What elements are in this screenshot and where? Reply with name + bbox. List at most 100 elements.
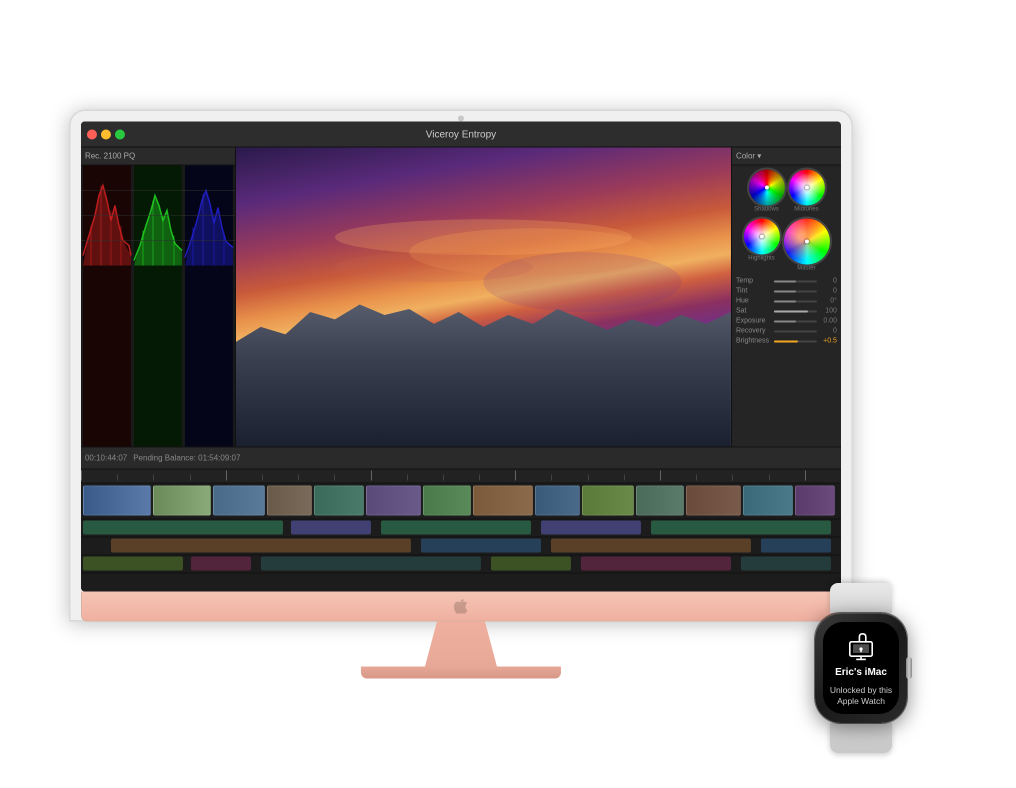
timeline-tracks [81, 484, 841, 592]
audio-clip[interactable] [491, 557, 571, 571]
audio-clip[interactable] [581, 557, 731, 571]
temperature-label: Temp [736, 278, 772, 285]
tint-track[interactable] [774, 290, 817, 292]
audio-clip-row-3 [81, 556, 841, 573]
watch-message-line1: Unlocked by this [830, 685, 892, 695]
ruler-mark [515, 471, 551, 481]
timeline-toolbar: 00:10:44:07 Pending Balance: 01:54:09:07 [81, 448, 841, 470]
ruler-mark [696, 475, 732, 481]
watch-message-line2: Apple Watch [837, 696, 885, 706]
colorwheel-bottom-row: Highlights Master [736, 219, 837, 272]
video-clip[interactable] [535, 486, 580, 516]
video-clip[interactable] [582, 486, 634, 516]
video-clip[interactable] [795, 486, 835, 516]
ruler-mark [117, 475, 153, 481]
tint-value: 0 [819, 288, 837, 295]
tint-label: Tint [736, 288, 772, 295]
audio-clip[interactable] [381, 521, 531, 535]
saturation-value: 100 [819, 308, 837, 315]
video-clip[interactable] [314, 486, 364, 516]
video-clip[interactable] [267, 486, 312, 516]
audio-clip[interactable] [83, 521, 283, 535]
shadows-label: Shadows [748, 207, 784, 213]
video-clip[interactable] [153, 486, 211, 516]
hue-track[interactable] [774, 300, 817, 302]
audio-clip[interactable] [83, 557, 183, 571]
video-clip[interactable] [423, 486, 471, 516]
exposure-value: 0.00 [819, 318, 837, 325]
shadows-wheel[interactable] [748, 170, 784, 206]
watch-body: Eric's iMac Unlocked by this Apple Watch [801, 583, 921, 728]
watch-screen: Eric's iMac Unlocked by this Apple Watch [823, 622, 899, 714]
tint-slider-row: Tint 0 [736, 288, 837, 295]
audio-clip[interactable] [741, 557, 831, 571]
exposure-track[interactable] [774, 320, 817, 322]
ruler-mark [407, 475, 443, 481]
audio-clip[interactable] [651, 521, 831, 535]
close-button[interactable] [87, 129, 97, 139]
imac-stand-neck [401, 622, 521, 667]
audio-track-1 [81, 520, 841, 538]
timeline-timecode: 00:10:44:07 [85, 454, 127, 463]
watch-band-top [830, 583, 892, 613]
midtones-wheel[interactable] [788, 170, 824, 206]
saturation-label: Sat [736, 308, 772, 315]
audio-track-3 [81, 556, 841, 574]
temperature-track[interactable] [774, 280, 817, 282]
watch-unlock-message: Unlocked by this Apple Watch [824, 685, 898, 708]
imac-screen-border: Viceroy Entropy Rec. 2100 PQ [69, 110, 853, 622]
temperature-value: 0 [819, 278, 837, 285]
video-clip[interactable] [366, 486, 421, 516]
highlights-wheel[interactable] [743, 219, 779, 255]
ruler-mark [81, 471, 117, 481]
brightness-label: Brightness [736, 338, 772, 345]
hue-slider-row: Hue 0° [736, 298, 837, 305]
video-clip[interactable] [83, 486, 151, 516]
audio-track-2 [81, 538, 841, 556]
audio-clip[interactable] [191, 557, 251, 571]
imac-chin [81, 592, 841, 622]
unlock-icon [845, 629, 877, 661]
brightness-slider-row: Brightness +0.5 [736, 338, 837, 345]
scopes-header: Rec. 2100 PQ [81, 148, 235, 166]
audio-clip[interactable] [111, 539, 411, 553]
minimize-button[interactable] [101, 129, 111, 139]
highlights-label: Highlights [743, 256, 779, 262]
video-clip[interactable] [473, 486, 533, 516]
video-clip-row [81, 484, 841, 519]
ruler-mark [226, 471, 262, 481]
video-clip[interactable] [743, 486, 793, 516]
watch-device-name: Eric's iMac [835, 667, 887, 679]
ruler-mark [262, 475, 298, 481]
scopes-label: Rec. 2100 PQ [85, 152, 135, 161]
audio-clip[interactable] [421, 539, 541, 553]
brightness-track[interactable] [774, 340, 817, 342]
fcp-timeline: 00:10:44:07 Pending Balance: 01:54:09:07 [81, 447, 841, 592]
fullscreen-button[interactable] [115, 129, 125, 139]
saturation-track[interactable] [774, 310, 817, 312]
audio-clip[interactable] [551, 539, 751, 553]
imac-stand-base [361, 667, 561, 679]
audio-clip[interactable] [291, 521, 371, 535]
audio-clip[interactable] [541, 521, 641, 535]
audio-clip[interactable] [261, 557, 481, 571]
recovery-slider-row: Recovery 0 [736, 328, 837, 335]
master-wheel[interactable] [783, 219, 829, 265]
video-clip[interactable] [686, 486, 741, 516]
brightness-value: +0.5 [819, 338, 837, 345]
ruler-mark [153, 475, 189, 481]
timeline-label: Pending Balance: 01:54:09:07 [133, 454, 240, 463]
imac: Viceroy Entropy Rec. 2100 PQ [69, 110, 853, 679]
video-clip[interactable] [636, 486, 684, 516]
color-sliders: Temp 0 Tint 0 Hue [732, 276, 841, 347]
video-clip[interactable] [213, 486, 265, 516]
recovery-track[interactable] [774, 330, 817, 332]
audio-clip-row-1 [81, 520, 841, 537]
audio-clip[interactable] [761, 539, 831, 553]
ruler-marks [81, 470, 841, 483]
fcp-toolbar: Viceroy Entropy [81, 122, 841, 148]
ruler-mark [769, 475, 805, 481]
colorwheels-container: Shadows Midtones Highlights [732, 166, 841, 276]
audio-clip-row-2 [81, 538, 841, 555]
ruler-mark [334, 475, 370, 481]
